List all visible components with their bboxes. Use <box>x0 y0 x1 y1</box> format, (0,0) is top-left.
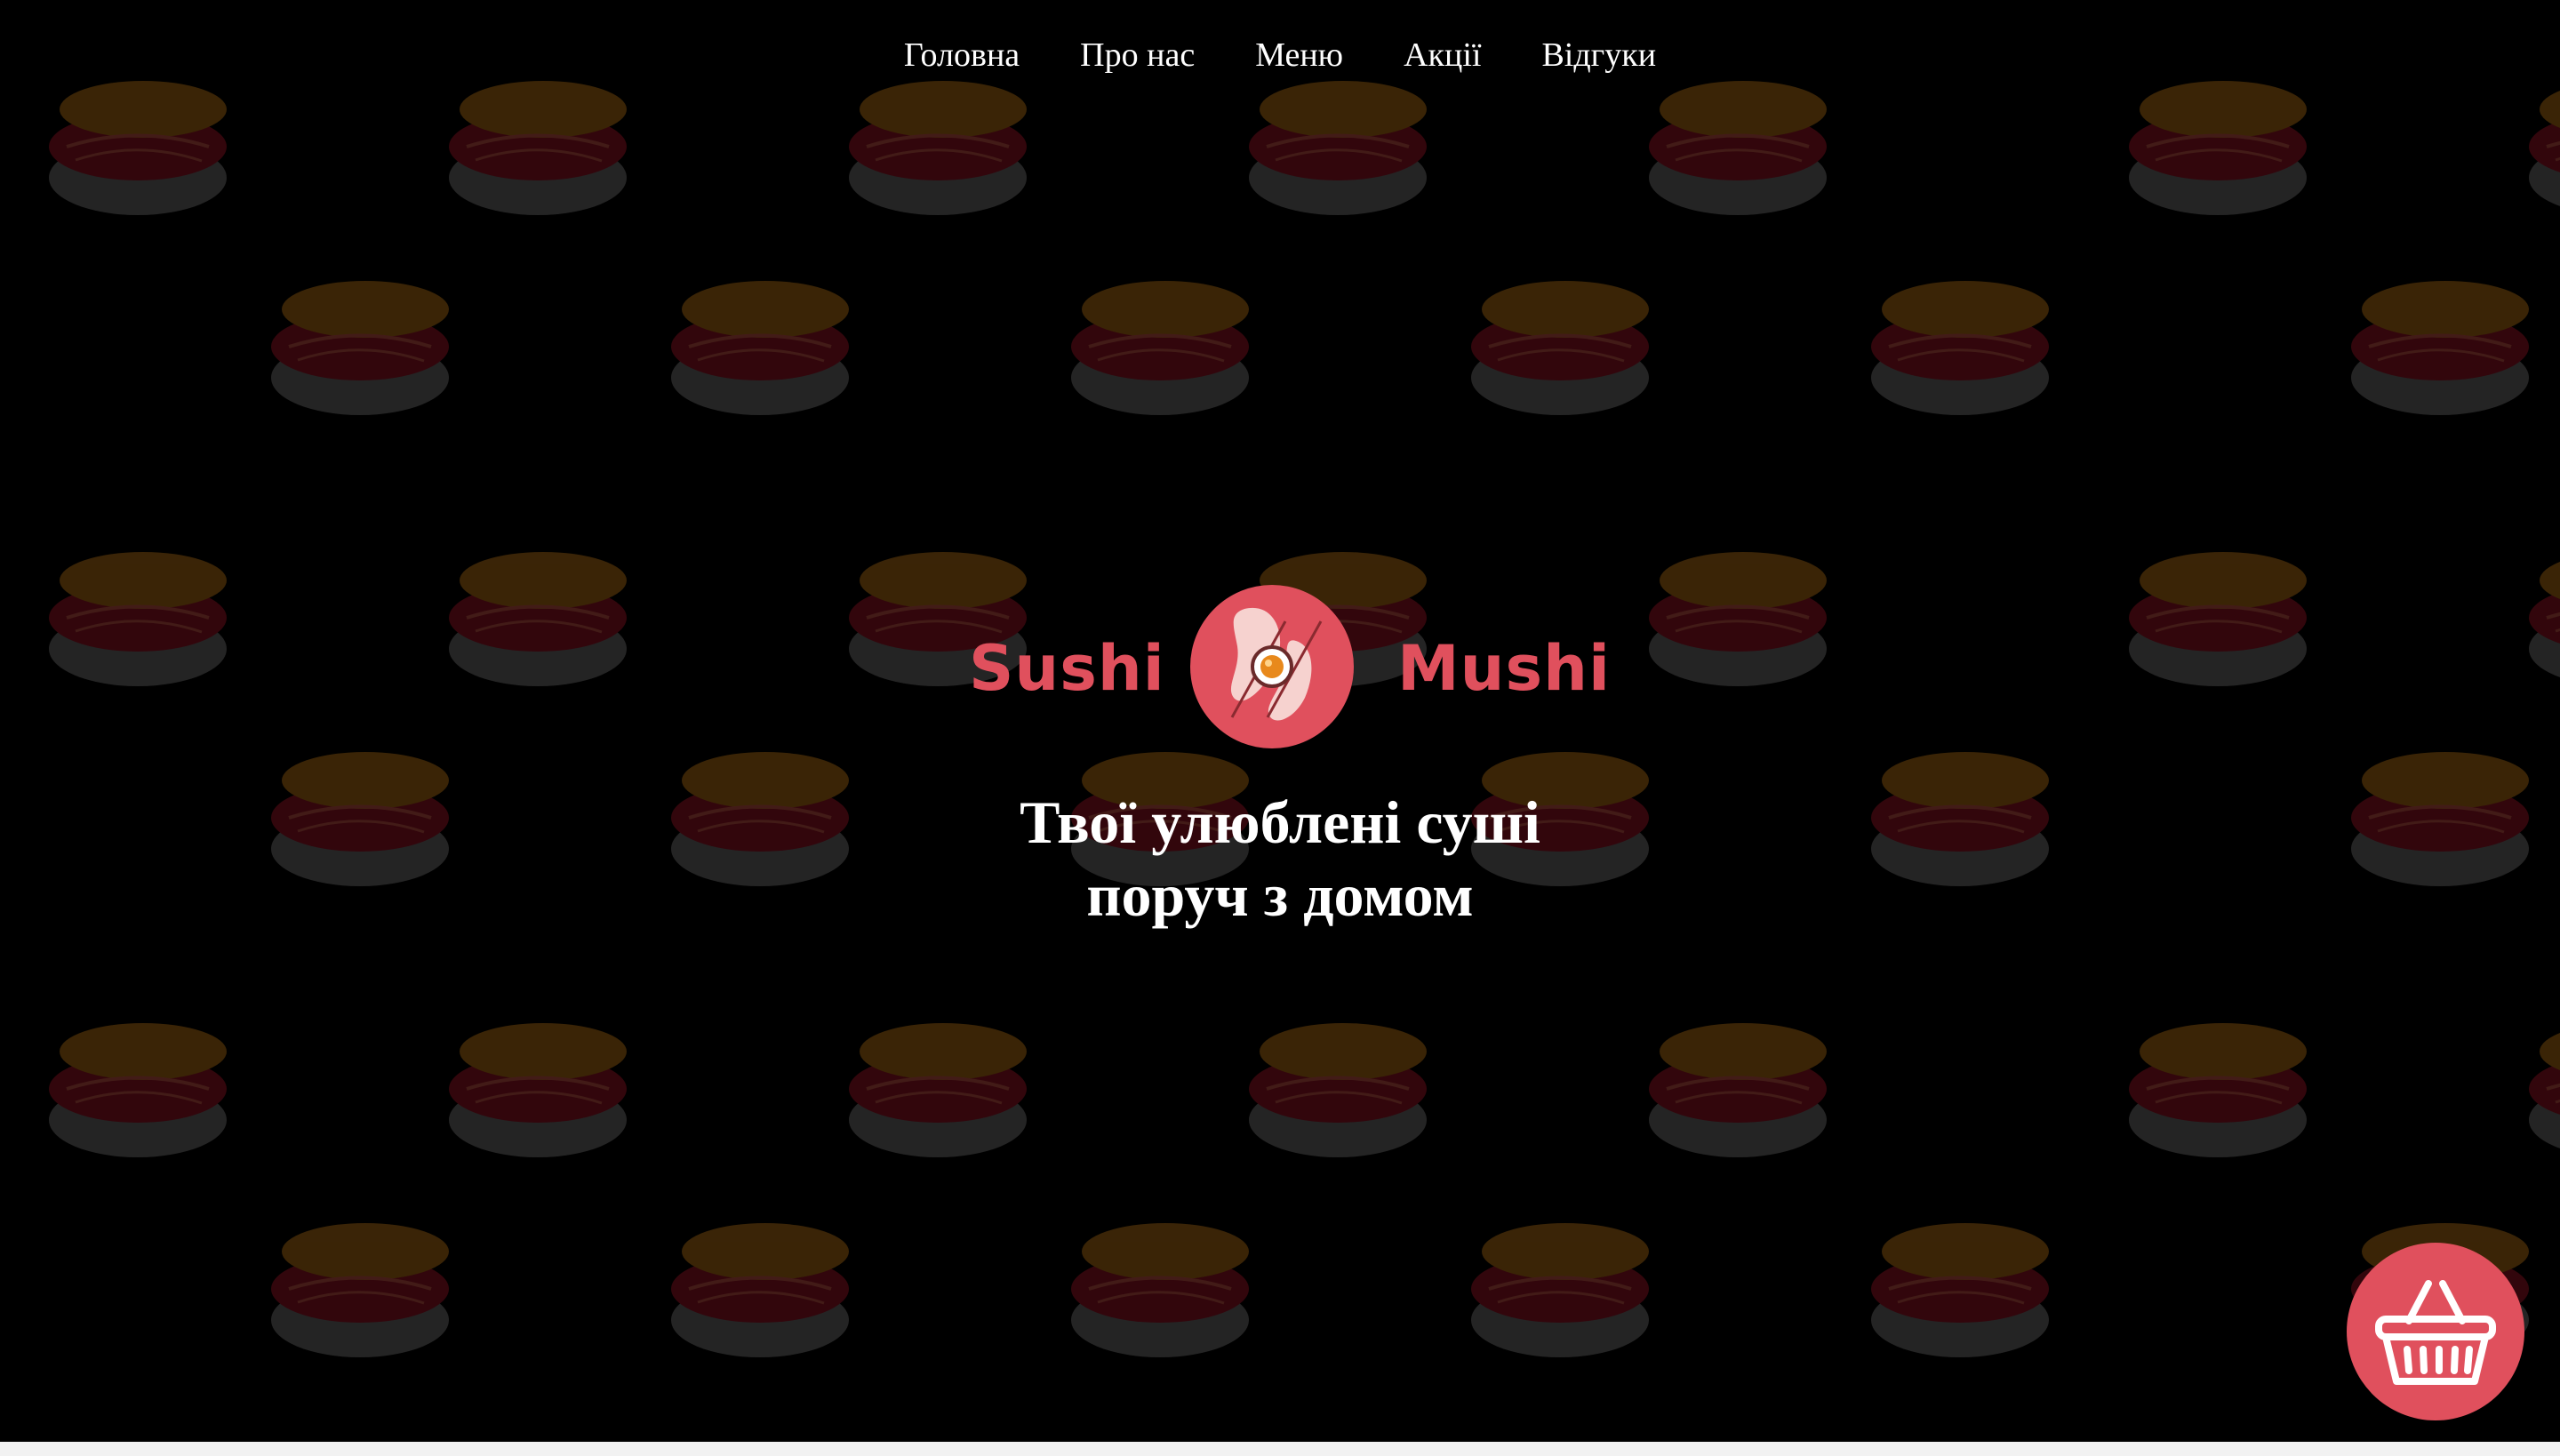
logo-word-mushi: Mushi <box>1397 632 1611 705</box>
nigiri-sushi-icon <box>47 1021 228 1159</box>
nigiri-sushi-icon <box>1647 1021 1828 1159</box>
nigiri-sushi-icon <box>1869 750 2051 888</box>
nigiri-sushi-icon <box>2527 1021 2560 1159</box>
nigiri-sushi-icon <box>2127 1021 2308 1159</box>
tagline-line-2: поруч з домом <box>1086 861 1474 929</box>
nav-link-home[interactable]: Головна <box>904 27 1020 84</box>
nigiri-sushi-icon <box>269 279 451 417</box>
main-nav: Головна Про нас Меню Акції Відгуки <box>0 27 2560 84</box>
sushi-roll-chopsticks-icon <box>1190 585 1354 748</box>
nigiri-sushi-icon <box>2527 79 2560 217</box>
nigiri-sushi-icon <box>1247 1021 1428 1159</box>
nigiri-sushi-icon <box>2127 550 2308 688</box>
nigiri-sushi-icon <box>47 79 228 217</box>
nigiri-sushi-icon <box>2527 550 2560 688</box>
nigiri-sushi-icon <box>1069 279 1251 417</box>
nigiri-sushi-icon <box>447 79 628 217</box>
nav-link-about[interactable]: Про нас <box>1080 27 1195 84</box>
nigiri-sushi-icon <box>847 1021 1028 1159</box>
nigiri-sushi-icon <box>269 1221 451 1359</box>
nigiri-sushi-icon <box>2349 279 2531 417</box>
nigiri-sushi-icon <box>1869 1221 2051 1359</box>
tagline-line-1: Твої улюблені суші <box>1020 788 1540 856</box>
nav-link-menu[interactable]: Меню <box>1255 27 1343 84</box>
hero-tagline: Твої улюблені суші поруч з домом <box>836 786 1724 932</box>
nigiri-sushi-icon <box>47 550 228 688</box>
nigiri-sushi-icon <box>669 1221 851 1359</box>
page-bottom-edge <box>0 1442 2560 1456</box>
nigiri-sushi-icon <box>1069 1221 1251 1359</box>
nigiri-sushi-icon <box>1247 79 1428 217</box>
cart-button[interactable] <box>2347 1243 2524 1420</box>
nigiri-sushi-icon <box>447 550 628 688</box>
nigiri-sushi-icon <box>847 79 1028 217</box>
nigiri-sushi-icon <box>1647 79 1828 217</box>
logo-word-sushi: Sushi <box>969 632 1165 705</box>
nigiri-sushi-icon <box>2127 79 2308 217</box>
nigiri-sushi-icon <box>1469 1221 1651 1359</box>
brand-logo: Sushi Mushi <box>969 584 1610 749</box>
nigiri-sushi-icon <box>1869 279 2051 417</box>
nigiri-sushi-icon <box>669 279 851 417</box>
basket-icon <box>2375 1280 2496 1385</box>
nigiri-sushi-icon <box>269 750 451 888</box>
nigiri-sushi-icon <box>1469 279 1651 417</box>
nigiri-sushi-icon <box>447 1021 628 1159</box>
nav-link-reviews[interactable]: Відгуки <box>1541 27 1656 84</box>
landing-page: Головна Про нас Меню Акції Відгуки Sushi… <box>0 0 2560 1456</box>
nigiri-sushi-icon <box>669 750 851 888</box>
nigiri-sushi-icon <box>1647 550 1828 688</box>
nigiri-sushi-icon <box>2349 750 2531 888</box>
nav-link-promotions[interactable]: Акції <box>1404 27 1481 84</box>
